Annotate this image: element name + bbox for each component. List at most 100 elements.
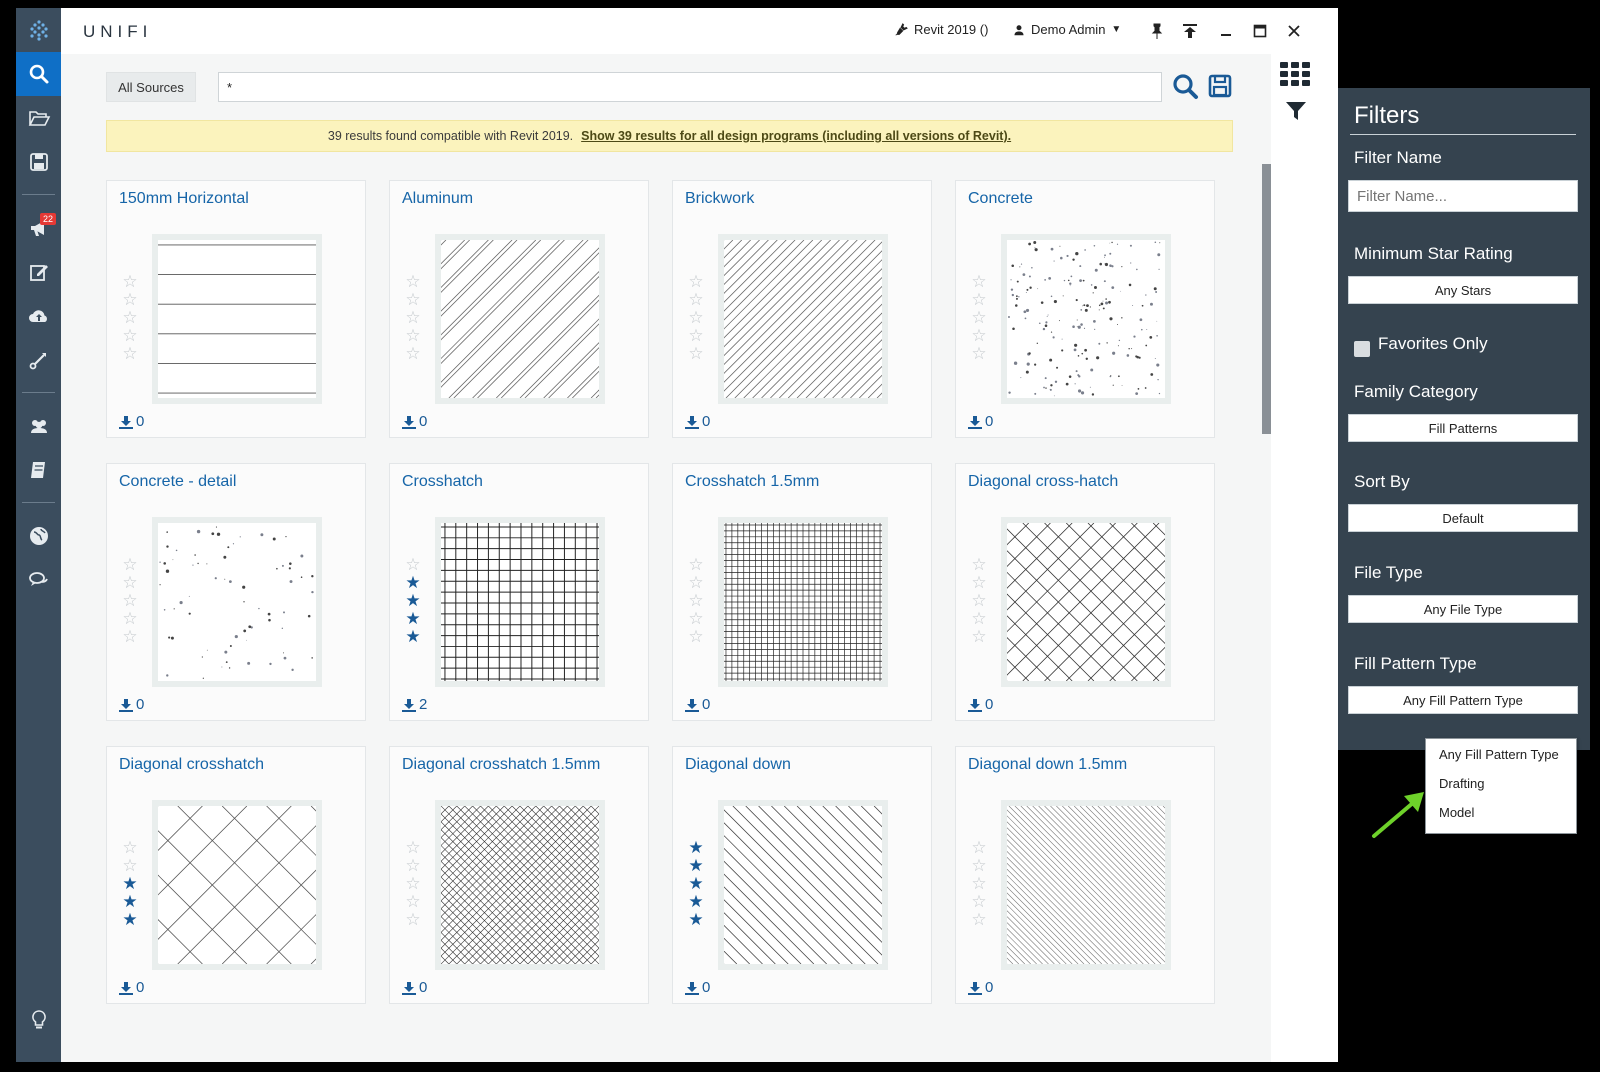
pattern-thumbnail[interactable] [152,234,322,404]
result-card-title[interactable]: Brickwork [685,190,754,208]
download-count[interactable]: 2 [402,696,427,713]
star-empty-icon[interactable]: ☆ [405,556,421,574]
result-card-title[interactable]: Diagonal crosshatch [119,756,264,774]
favorites-only-checkbox[interactable] [1354,341,1370,357]
star-empty-icon[interactable]: ☆ [971,574,987,592]
star-empty-icon[interactable]: ☆ [122,273,138,291]
download-count[interactable]: 0 [685,696,710,713]
star-rating[interactable]: ☆ ☆ ☆ ☆ ☆ [122,556,138,646]
download-count[interactable]: 0 [119,413,144,430]
star-empty-icon[interactable]: ☆ [688,309,704,327]
result-card[interactable]: Concrete ☆ ☆ ☆ ☆ ☆ 0 [955,180,1215,438]
star-empty-icon[interactable]: ☆ [688,556,704,574]
result-card[interactable]: 150mm Horizontal ☆ ☆ ☆ ☆ ☆ 0 [106,180,366,438]
star-filled-icon[interactable]: ★ [405,628,421,646]
star-rating[interactable]: ☆ ☆ ☆ ☆ ☆ [971,556,987,646]
star-empty-icon[interactable]: ☆ [971,273,987,291]
nav-tools-icon[interactable] [16,338,61,382]
star-filled-icon[interactable]: ★ [688,875,704,893]
filter-name-input[interactable] [1348,180,1578,212]
star-rating[interactable]: ☆ ☆ ☆ ☆ ☆ [688,556,704,646]
result-card-title[interactable]: Diagonal cross-hatch [968,473,1118,491]
result-card-title[interactable]: Diagonal down 1.5mm [968,756,1127,774]
nav-edit-icon[interactable] [16,250,61,294]
star-empty-icon[interactable]: ☆ [688,592,704,610]
filter-funnel-icon[interactable] [1285,100,1307,127]
star-empty-icon[interactable]: ☆ [122,574,138,592]
nav-announcements-icon[interactable]: 22 [16,206,61,250]
download-count[interactable]: 0 [119,696,144,713]
star-filled-icon[interactable]: ★ [688,857,704,875]
download-count[interactable]: 0 [685,979,710,996]
show-all-results-link[interactable]: Show 39 results for all design programs … [581,129,1011,143]
user-menu[interactable]: Demo Admin ▼ [1013,22,1121,37]
nav-open-folder-icon[interactable] [16,96,61,140]
star-empty-icon[interactable]: ☆ [122,556,138,574]
sort-by-select[interactable]: Default [1348,504,1578,532]
star-empty-icon[interactable]: ☆ [971,875,987,893]
nav-save-icon[interactable] [16,140,61,184]
star-filled-icon[interactable]: ★ [122,893,138,911]
star-empty-icon[interactable]: ☆ [122,628,138,646]
nav-chat-icon[interactable] [16,558,61,602]
fill-pattern-type-select[interactable]: Any Fill Pattern Type [1348,686,1578,714]
star-filled-icon[interactable]: ★ [122,911,138,929]
star-empty-icon[interactable]: ☆ [688,628,704,646]
download-count[interactable]: 0 [685,413,710,430]
result-card[interactable]: Diagonal down 1.5mm ☆ ☆ ☆ ☆ ☆ 0 [955,746,1215,1004]
star-empty-icon[interactable]: ☆ [122,309,138,327]
result-card[interactable]: Crosshatch ☆ ★ ★ ★ ★ 2 [389,463,649,721]
search-submit-icon[interactable] [1171,72,1199,100]
star-empty-icon[interactable]: ☆ [405,857,421,875]
nav-tips-lightbulb-icon[interactable] [16,998,61,1042]
star-empty-icon[interactable]: ☆ [971,893,987,911]
pattern-thumbnail[interactable] [152,517,322,687]
pattern-thumbnail[interactable] [1001,234,1171,404]
star-filled-icon[interactable]: ★ [688,911,704,929]
star-empty-icon[interactable]: ☆ [688,610,704,628]
star-empty-icon[interactable]: ☆ [971,839,987,857]
star-empty-icon[interactable]: ☆ [405,839,421,857]
result-card-title[interactable]: 150mm Horizontal [119,190,249,208]
star-empty-icon[interactable]: ☆ [688,345,704,363]
star-rating[interactable]: ☆ ☆ ☆ ☆ ☆ [971,273,987,363]
search-input[interactable] [218,72,1162,102]
file-type-select[interactable]: Any File Type [1348,595,1578,623]
download-count[interactable]: 0 [968,979,993,996]
star-empty-icon[interactable]: ☆ [688,574,704,592]
pattern-thumbnail[interactable] [152,800,322,970]
maximize-icon[interactable] [1249,20,1271,42]
result-card[interactable]: Diagonal crosshatch ☆ ☆ ★ ★ ★ 0 [106,746,366,1004]
result-card-title[interactable]: Concrete [968,190,1033,208]
star-empty-icon[interactable]: ☆ [688,327,704,345]
star-empty-icon[interactable]: ☆ [971,345,987,363]
result-card-title[interactable]: Crosshatch 1.5mm [685,473,819,491]
star-empty-icon[interactable]: ☆ [971,327,987,345]
star-empty-icon[interactable]: ☆ [122,327,138,345]
star-empty-icon[interactable]: ☆ [405,911,421,929]
download-count[interactable]: 0 [402,413,427,430]
star-empty-icon[interactable]: ☆ [971,628,987,646]
star-empty-icon[interactable]: ☆ [971,592,987,610]
close-icon[interactable] [1283,20,1305,42]
pattern-thumbnail[interactable] [435,800,605,970]
star-empty-icon[interactable]: ☆ [405,309,421,327]
star-rating[interactable]: ☆ ☆ ☆ ☆ ☆ [688,273,704,363]
star-empty-icon[interactable]: ☆ [122,345,138,363]
result-card[interactable]: Brickwork ☆ ☆ ☆ ☆ ☆ 0 [672,180,932,438]
star-empty-icon[interactable]: ☆ [688,291,704,309]
pin-icon[interactable] [1146,20,1168,42]
pattern-thumbnail[interactable] [435,517,605,687]
save-search-icon[interactable] [1206,72,1234,100]
star-rating[interactable]: ☆ ☆ ☆ ☆ ☆ [405,273,421,363]
star-empty-icon[interactable]: ☆ [971,610,987,628]
pattern-thumbnail[interactable] [1001,517,1171,687]
star-empty-icon[interactable]: ☆ [688,273,704,291]
result-card-title[interactable]: Concrete - detail [119,473,236,491]
result-card[interactable]: Diagonal cross-hatch ☆ ☆ ☆ ☆ ☆ 0 [955,463,1215,721]
star-empty-icon[interactable]: ☆ [405,345,421,363]
result-card[interactable]: Crosshatch 1.5mm ☆ ☆ ☆ ☆ ☆ 0 [672,463,932,721]
star-rating[interactable]: ☆ ☆ ☆ ☆ ☆ [122,273,138,363]
star-filled-icon[interactable]: ★ [405,574,421,592]
download-count[interactable]: 0 [968,413,993,430]
